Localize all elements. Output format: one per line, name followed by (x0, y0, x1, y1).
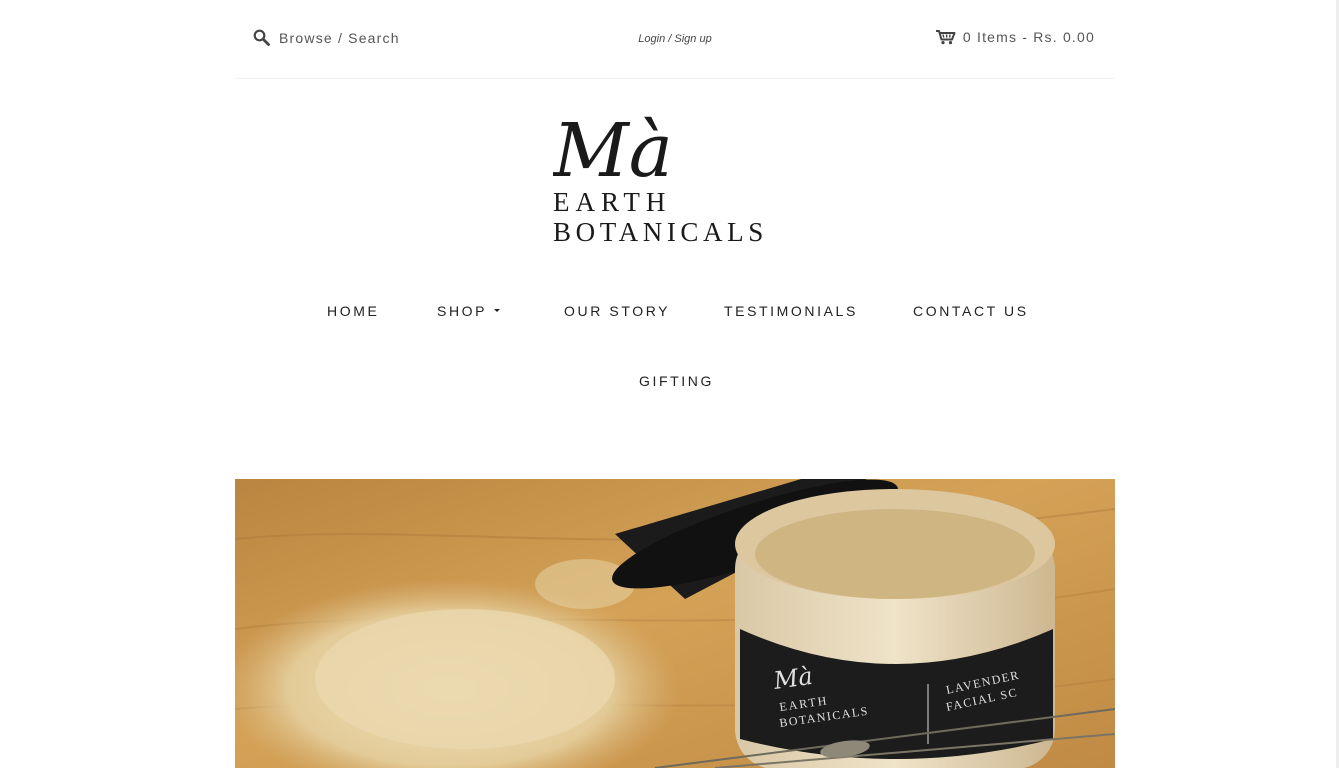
caret-down-icon (494, 308, 501, 312)
logo-line-earth: EARTH (553, 187, 671, 217)
nav-item-our-story[interactable]: OUR STORY (564, 303, 670, 319)
nav-label-contact-us: CONTACT US (913, 303, 1029, 319)
cart-link[interactable]: 0 Items - Rs. 0.00 (935, 29, 1095, 45)
jar: Mà EARTH BOTANICALS LAVENDER FACIAL SC (735, 489, 1055, 768)
page: Browse / Search Login / Sign up 0 Items … (0, 0, 1339, 768)
nav-label-home: HOME (327, 303, 380, 319)
nav-label-our-story: OUR STORY (564, 303, 671, 319)
hero-banner[interactable]: Mà EARTH BOTANICALS LAVENDER FACIAL SC (235, 479, 1115, 768)
nav-item-testimonials[interactable]: TESTIMONIALS (724, 303, 858, 319)
nav-item-home[interactable]: HOME (327, 303, 379, 319)
top-bar: Browse / Search Login / Sign up 0 Items … (235, 0, 1115, 79)
nav-label-shop: SHOP (437, 303, 488, 319)
cart-summary: 0 Items - Rs. 0.00 (962, 29, 1095, 45)
nav-item-shop[interactable]: SHOP (437, 303, 501, 319)
nav-label-testimonials: TESTIMONIALS (724, 303, 858, 319)
nav-item-gifting[interactable]: GIFTING (639, 373, 714, 389)
login-signup-link[interactable]: Login / Sign up (638, 33, 711, 45)
logo-line-botanicals: BOTANICALS (553, 217, 768, 247)
nav-label-gifting: GIFTING (639, 373, 714, 389)
logo-script: Mà (553, 108, 673, 194)
jar-brand-script: Mà (771, 662, 814, 695)
cart-icon (935, 29, 963, 45)
nav-item-contact-us[interactable]: CONTACT US (913, 303, 1029, 319)
brand-logo[interactable]: Mà EARTH BOTANICALS (553, 104, 808, 249)
